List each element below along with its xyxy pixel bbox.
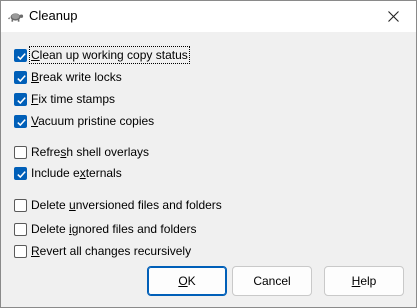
checkbox-label[interactable]: Break write locks (30, 69, 123, 85)
refresh-shell-overlays-checkbox[interactable]: Refresh shell overlays (14, 144, 150, 160)
help-button[interactable]: Help (324, 266, 404, 296)
include-externals-checkbox[interactable]: Include externals (14, 165, 123, 181)
tortoise-icon (8, 8, 24, 24)
checkbox-label[interactable]: Delete unversioned files and folders (30, 197, 223, 213)
delete-ignored-files-checkbox[interactable]: Delete ignored files and folders (14, 221, 197, 237)
close-button[interactable] (370, 1, 416, 32)
cancel-button-label: Cancel (253, 274, 291, 288)
checkbox-label[interactable]: Vacuum pristine copies (30, 113, 155, 129)
ok-button[interactable]: OK (147, 266, 227, 296)
ok-button-label: OK (178, 274, 196, 288)
checkbox-checked-icon[interactable] (14, 70, 27, 84)
checkbox-label[interactable]: Include externals (30, 165, 123, 181)
checkbox-label[interactable]: Revert all changes recursively (30, 243, 192, 259)
checkbox-checked-icon[interactable] (14, 114, 27, 128)
checkbox-checked-icon[interactable] (14, 166, 27, 180)
checkbox-label[interactable]: Fix time stamps (30, 91, 116, 107)
vacuum-pristine-copies-checkbox[interactable]: Vacuum pristine copies (14, 113, 155, 129)
checkbox-unchecked-icon[interactable] (14, 198, 27, 212)
title-bar[interactable]: Cleanup (1, 1, 416, 32)
help-button-label: Help (351, 274, 377, 288)
close-icon (388, 11, 399, 22)
window-title: Cleanup (29, 8, 78, 23)
checkbox-unchecked-icon[interactable] (14, 145, 27, 159)
fix-time-stamps-checkbox[interactable]: Fix time stamps (14, 91, 116, 107)
cleanup-dialog: Cleanup Clean up working copy status Brea… (0, 0, 417, 308)
checkbox-label[interactable]: Clean up working copy status (29, 46, 190, 64)
checkbox-unchecked-icon[interactable] (14, 244, 27, 258)
checkbox-checked-icon[interactable] (14, 48, 27, 62)
checkbox-checked-icon[interactable] (14, 92, 27, 106)
checkbox-unchecked-icon[interactable] (14, 222, 27, 236)
revert-all-changes-checkbox[interactable]: Revert all changes recursively (14, 243, 192, 259)
clean-up-working-copy-status-checkbox[interactable]: Clean up working copy status (14, 46, 190, 64)
break-write-locks-checkbox[interactable]: Break write locks (14, 69, 123, 85)
cancel-button[interactable]: Cancel (232, 266, 312, 296)
checkbox-label[interactable]: Delete ignored files and folders (30, 221, 197, 237)
delete-unversioned-files-checkbox[interactable]: Delete unversioned files and folders (14, 197, 223, 213)
checkbox-label[interactable]: Refresh shell overlays (30, 144, 150, 160)
